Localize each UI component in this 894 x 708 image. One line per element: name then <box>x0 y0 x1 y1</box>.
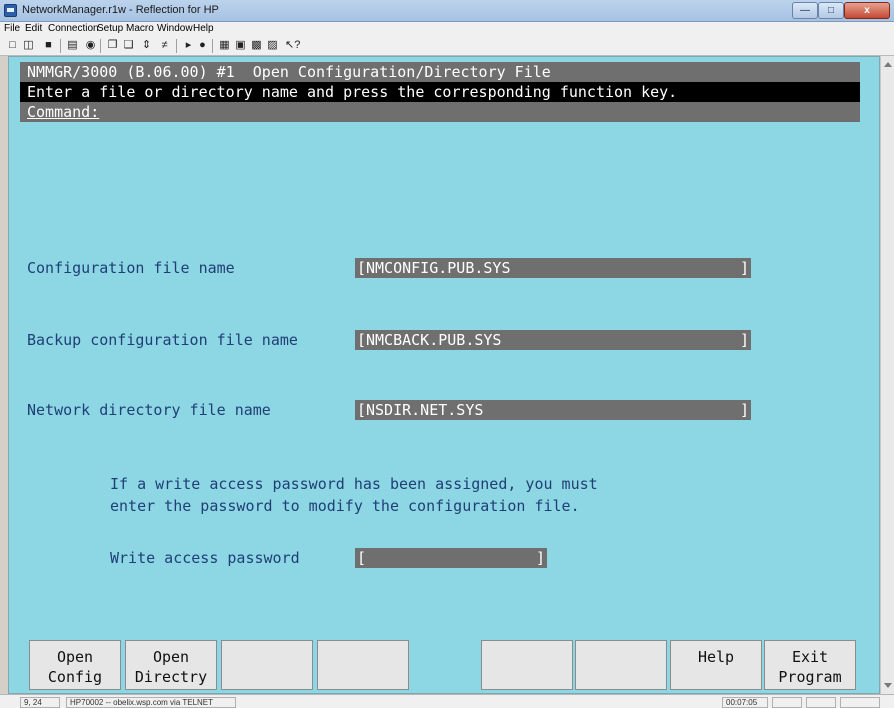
config-file-field[interactable]: [ NMCONFIG.PUB.SYS ] <box>355 258 751 278</box>
fkey-label-line1: Help <box>697 648 735 666</box>
record-icon[interactable]: ● <box>196 39 209 52</box>
field-bracket-left: [ <box>357 549 367 567</box>
fkey-label-line2: Directry <box>134 668 208 686</box>
field-bracket-right: ] <box>739 259 749 277</box>
toolbar-separator <box>100 39 101 53</box>
print-icon[interactable]: ▤ <box>66 39 79 52</box>
netdir-file-value: NSDIR.NET.SYS <box>366 401 484 419</box>
backup-file-field[interactable]: [ NMCBACK.PUB.SYS ] <box>355 330 751 350</box>
netdir-file-label: Network directory file name <box>27 401 271 419</box>
fkey-label-line2: Config <box>47 668 103 686</box>
f1-open-config-button[interactable]: Open Config <box>29 640 121 690</box>
f5-blank-button[interactable] <box>481 640 573 690</box>
backup-file-value: NMCBACK.PUB.SYS <box>366 331 502 349</box>
terminal-screen[interactable] <box>8 56 880 694</box>
toolbar-separator <box>60 39 61 53</box>
fkey-label-line2: Program <box>778 668 842 686</box>
display-icon[interactable]: ▦ <box>218 39 231 52</box>
netdir-file-field[interactable]: [ NSDIR.NET.SYS ] <box>355 400 751 420</box>
fkey-label-line1: Open <box>152 648 190 666</box>
app-icon[interactable] <box>4 4 17 17</box>
status-indicator <box>840 697 880 708</box>
help-icon[interactable]: ↖? <box>285 39 300 52</box>
password-label: Write access password <box>110 549 300 567</box>
f3-blank-button[interactable] <box>221 640 313 690</box>
menu-window[interactable]: Window <box>157 23 193 34</box>
play-icon[interactable]: ▸ <box>182 39 195 52</box>
field-bracket-right: ] <box>739 401 749 419</box>
new-icon[interactable]: □ <box>6 39 19 52</box>
toolbar-separator <box>176 39 177 53</box>
f8-exit-program-button[interactable]: Exit Program <box>764 640 856 690</box>
field-bracket-left: [ <box>357 259 367 277</box>
command-input[interactable] <box>110 102 850 122</box>
status-cursor-position: 9, 24 <box>20 697 60 708</box>
f4-blank-button[interactable] <box>317 640 409 690</box>
f7-help-button[interactable]: Help <box>670 640 762 690</box>
fkey-label-line1: Exit <box>791 648 829 666</box>
field-bracket-left: [ <box>357 331 367 349</box>
disconnect-icon[interactable]: ≠ <box>158 39 171 52</box>
connect-icon[interactable]: ⇕ <box>140 39 153 52</box>
password-info-line2: enter the password to modify the configu… <box>110 497 580 515</box>
menu-connection[interactable]: Connection <box>48 23 99 34</box>
toolbar: □ ◫ ■ ▤ ◉ ❐ ❑ ⇕ ≠ ▸ ● ▦ ▣ ▩ ▨ ↖? <box>0 36 894 56</box>
config-file-value: NMCONFIG.PUB.SYS <box>366 259 511 277</box>
terminal-icon[interactable]: ▣ <box>234 39 247 52</box>
status-time: 00:07:05 <box>722 697 768 708</box>
paste-icon[interactable]: ❑ <box>122 39 135 52</box>
screen-header: NMMGR/3000 (B.06.00) #1 Open Configurati… <box>27 63 551 81</box>
password-info-line1: If a write access password has been assi… <box>110 475 598 493</box>
status-indicator <box>806 697 836 708</box>
f6-blank-button[interactable] <box>575 640 667 690</box>
minimize-button[interactable]: — <box>792 2 818 19</box>
menu-edit[interactable]: Edit <box>25 23 42 34</box>
menu-file[interactable]: File <box>4 23 20 34</box>
menu-bar: File Edit Connection Setup Macro Window … <box>0 22 894 36</box>
menu-macro[interactable]: Macro <box>126 23 154 34</box>
backup-file-label: Backup configuration file name <box>27 331 298 349</box>
mode-icon[interactable]: ▩ <box>250 39 263 52</box>
maximize-button[interactable]: □ <box>818 2 844 19</box>
status-bar: 9, 24 HP70002 -- obelix.wsp.com via TELN… <box>0 694 894 708</box>
close-button[interactable]: x <box>844 2 890 19</box>
vertical-scrollbar[interactable] <box>880 56 894 694</box>
find-icon[interactable]: ◉ <box>84 39 97 52</box>
field-bracket-right: ] <box>739 331 749 349</box>
title-bar: NetworkManager.r1w - Reflection for HP —… <box>0 0 894 22</box>
config-file-label: Configuration file name <box>27 259 235 277</box>
password-field[interactable]: [ ] <box>355 548 547 568</box>
fkey-label-line1: Open <box>56 648 94 666</box>
screen-instruction: Enter a file or directory name and press… <box>27 83 678 101</box>
field-bracket-right: ] <box>535 549 545 567</box>
status-connection: HP70002 -- obelix.wsp.com via TELNET <box>66 697 236 708</box>
command-label: Command: <box>27 103 100 121</box>
keyboard-icon[interactable]: ▨ <box>266 39 279 52</box>
scroll-down-icon[interactable] <box>884 683 892 688</box>
open-icon[interactable]: ◫ <box>22 39 35 52</box>
f2-open-directory-button[interactable]: Open Directry <box>125 640 217 690</box>
save-icon[interactable]: ■ <box>42 39 55 52</box>
window-title: NetworkManager.r1w - Reflection for HP <box>22 4 219 16</box>
scroll-up-icon[interactable] <box>884 62 892 67</box>
menu-help[interactable]: Help <box>193 23 214 34</box>
toolbar-separator <box>212 39 213 53</box>
menu-setup[interactable]: Setup <box>97 23 123 34</box>
copy-icon[interactable]: ❐ <box>106 39 119 52</box>
status-indicator <box>772 697 802 708</box>
field-bracket-left: [ <box>357 401 367 419</box>
